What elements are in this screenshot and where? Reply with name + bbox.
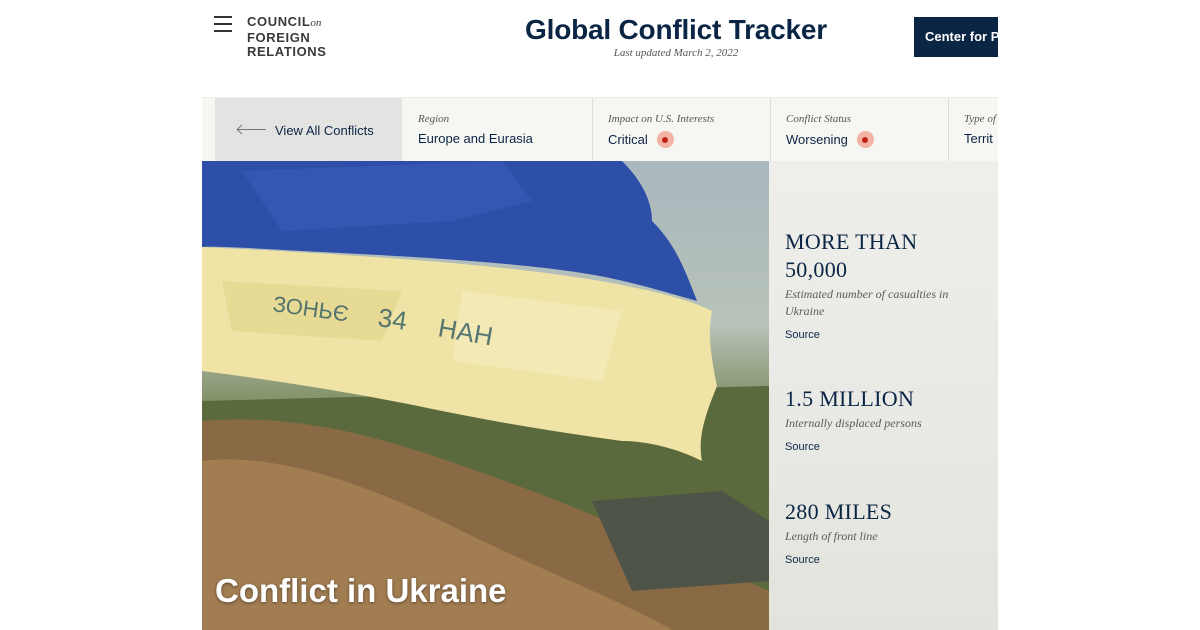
status-dot-icon [656,131,674,148]
stat-description: Estimated number of casualties in Ukrain… [785,287,949,318]
impact-value: Critical [608,132,648,147]
stat-source-link[interactable]: Source [785,329,985,341]
view-all-conflicts-button[interactable]: View All Conflicts [215,98,402,161]
stat-source-link[interactable]: Source [785,554,985,566]
hero-title: Conflict in Ukraine [215,572,507,609]
conflict-info-bar: View All Conflicts Region Europe and Eur… [202,97,998,161]
conflict-status-value: Worsening [786,132,848,147]
impact-field: Impact on U.S. Interests Critical [593,98,771,161]
hero-image: ЗОНЬЄ 34 НАН Conflict in Ukraine [202,161,769,630]
arrow-left-icon [237,125,267,135]
center-for-preventive-action-button[interactable]: Center for P [914,17,998,57]
status-dot-icon [856,131,874,148]
ukraine-flag-photo: ЗОНЬЄ 34 НАН [202,161,769,630]
stat-displaced: 1.5 MILLION Internally displaced persons… [785,385,985,453]
stat-source-link[interactable]: Source [785,441,985,453]
region-field: Region Europe and Eurasia [403,98,593,161]
stat-number: 1.5 MILLION [785,386,915,411]
key-stats-panel: MORE THAN 50,000 Estimated number of cas… [769,161,998,630]
view-all-conflicts-label: View All Conflicts [275,122,374,138]
cfr-logo[interactable]: COUNCILon FOREIGN RELATIONS [247,14,327,60]
site-header: COUNCILon FOREIGN RELATIONS Global Confl… [0,0,1200,97]
stat-front-line: 280 MILES Length of front line Source [785,498,985,566]
page-title: Global Conflict Tracker [525,14,827,45]
hamburger-menu-icon[interactable] [214,16,234,34]
stat-description: Internally displaced persons [785,416,922,430]
region-value: Europe and Eurasia [418,131,533,146]
stat-number: 280 MILES [785,499,893,524]
stat-description: Length of front line [785,529,878,543]
svg-text:34: 34 [376,302,409,336]
title-block: Global Conflict Tracker Last updated Mar… [476,14,876,59]
conflict-status-field: Conflict Status Worsening [771,98,949,161]
stat-number: MORE THAN 50,000 [785,229,918,282]
conflict-type-value: Territ [964,131,993,146]
last-updated-text: Last updated March 2, 2022 [613,47,739,59]
conflict-type-field: Type of Territ [964,113,996,146]
stat-casualties: MORE THAN 50,000 Estimated number of cas… [785,228,985,341]
